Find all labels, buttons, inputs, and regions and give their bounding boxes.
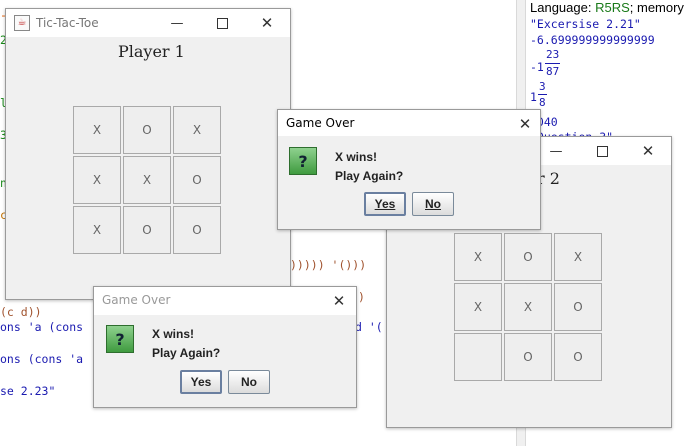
dialog-title: Game Over — [286, 116, 355, 130]
board-cell[interactable]: O — [554, 333, 602, 381]
yes-label: Yes — [374, 197, 396, 211]
repl-output-string: "Excersise 2.21" — [530, 17, 641, 31]
yes-button[interactable]: Yes — [364, 192, 406, 216]
game-over-dialog[interactable]: Game Over ✕ ? X wins! Play Again? Yes No — [277, 109, 541, 230]
code-line: ) — [358, 290, 365, 304]
code-line: se 2.23" — [0, 384, 56, 398]
dialog-message: X wins! — [152, 327, 195, 341]
board-cell[interactable]: X — [123, 156, 171, 204]
board-cell[interactable]: O — [554, 283, 602, 331]
code-line: ons (cons 'a — [0, 352, 84, 366]
board-cell[interactable]: O — [123, 106, 171, 154]
close-button[interactable]: ✕ — [252, 9, 282, 37]
repl-output-number: -6.699999999999999 — [530, 33, 655, 47]
close-button[interactable]: ✕ — [633, 137, 663, 165]
fraction-whole: -1 — [530, 60, 544, 74]
tic-tac-toe-window-player-1[interactable]: ☕ Tic-Tac-Toe — ✕ Player 1 X O X X X O X… — [5, 8, 291, 300]
fraction-numerator: 3 — [539, 80, 546, 93]
title-bar[interactable]: ☕ Tic-Tac-Toe — ✕ — [6, 9, 290, 37]
language-label: Language: — [530, 0, 592, 15]
dialog-message: Play Again? — [152, 346, 221, 360]
game-over-dialog[interactable]: Game Over ✕ ? X wins! Play Again? Yes No — [93, 286, 357, 408]
language-value: R5RS — [595, 0, 630, 15]
maximize-button[interactable] — [587, 137, 617, 165]
board-cell[interactable]: O — [504, 233, 552, 281]
close-button[interactable]: ✕ — [324, 287, 354, 315]
board-cell[interactable]: X — [173, 106, 221, 154]
dialog-message: Play Again? — [335, 169, 404, 183]
minimize-button[interactable]: — — [162, 9, 192, 37]
dialog-title: Game Over — [102, 293, 171, 307]
code-line: (c d)) — [0, 305, 42, 319]
board-cell[interactable]: X — [504, 283, 552, 331]
maximize-button[interactable] — [207, 9, 237, 37]
no-button[interactable]: No — [412, 192, 454, 216]
fraction-whole: 1 — [530, 90, 537, 104]
board-cell[interactable]: O — [123, 206, 171, 254]
window-title: Tic-Tac-Toe — [36, 16, 99, 30]
board-cell[interactable]: X — [454, 283, 502, 331]
player-label: Player 1 — [118, 42, 185, 61]
board-cell[interactable] — [454, 333, 502, 381]
no-button[interactable]: No — [228, 370, 270, 394]
board-cell[interactable]: O — [173, 206, 221, 254]
minimize-button[interactable]: — — [541, 137, 571, 165]
dialog-message: X wins! — [335, 150, 378, 164]
no-label: No — [425, 197, 441, 211]
fraction-bar — [545, 63, 560, 64]
game-board: X O X X X O X O O — [73, 106, 223, 256]
code-line: ons 'a (cons — [0, 320, 84, 334]
question-icon: ? — [289, 147, 317, 175]
fraction-denominator: 8 — [539, 96, 546, 109]
fraction-denominator: 87 — [546, 65, 560, 78]
language-line: Language: R5RS; memory — [530, 0, 684, 15]
dialog-title-bar[interactable]: Game Over ✕ — [278, 110, 540, 136]
fraction-bar — [538, 94, 547, 95]
yes-button[interactable]: Yes — [180, 370, 222, 394]
code-line: d '( — [355, 320, 383, 334]
dialog-title-bar[interactable]: Game Over ✕ — [94, 287, 356, 315]
board-cell[interactable]: X — [73, 106, 121, 154]
no-label: No — [241, 375, 257, 389]
game-board: X O X X X O O O — [454, 233, 604, 383]
java-icon: ☕ — [14, 15, 30, 31]
board-cell[interactable]: X — [73, 156, 121, 204]
board-cell[interactable]: X — [454, 233, 502, 281]
language-rest: ; memory — [629, 0, 684, 15]
board-cell[interactable]: O — [173, 156, 221, 204]
yes-label: Yes — [190, 375, 212, 389]
board-cell[interactable]: O — [504, 333, 552, 381]
close-button[interactable]: ✕ — [510, 110, 540, 138]
question-icon: ? — [106, 325, 134, 353]
code-line: ))))) '())) — [290, 258, 367, 272]
fraction-numerator: 23 — [546, 48, 560, 61]
board-cell[interactable]: X — [554, 233, 602, 281]
board-cell[interactable]: X — [73, 206, 121, 254]
